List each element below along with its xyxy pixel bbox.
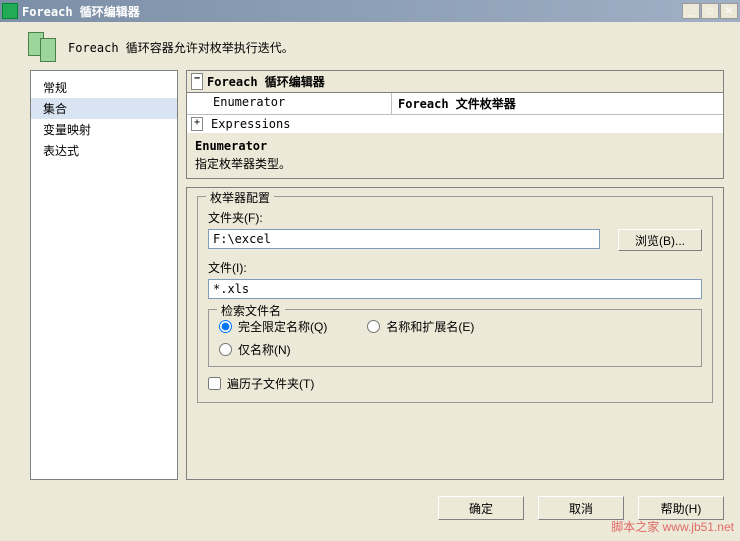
traverse-subfolders-checkbox[interactable]: 遍历子文件夹(T) (208, 375, 702, 392)
folder-input[interactable] (208, 229, 600, 249)
sidebar-item-expression[interactable]: 表达式 (31, 140, 177, 161)
property-desc-text: 指定枚举器类型。 (195, 155, 715, 172)
property-row-enumerator[interactable]: Enumerator Foreach 文件枚举器 (187, 93, 723, 115)
property-description: Enumerator 指定枚举器类型。 (187, 133, 723, 178)
window-title: Foreach 循环编辑器 (22, 3, 682, 20)
radio-fully-qualified-input[interactable] (219, 320, 232, 333)
sidebar: 常规 集合 变量映射 表达式 (30, 70, 178, 480)
radio-name-only-input[interactable] (219, 343, 232, 356)
sidebar-item-collection[interactable]: 集合 (31, 98, 177, 119)
files-input[interactable] (208, 279, 702, 299)
radio-name-ext[interactable]: 名称和扩展名(E) (367, 318, 474, 335)
property-row-expressions[interactable]: + Expressions (187, 115, 723, 133)
cancel-button[interactable]: 取消 (538, 496, 624, 520)
window-controls: _ □ ✕ (682, 3, 738, 19)
sidebar-item-variable-mapping[interactable]: 变量映射 (31, 119, 177, 140)
property-grid-title: Foreach 循环编辑器 (207, 73, 325, 90)
property-grid-header[interactable]: − Foreach 循环编辑器 (187, 71, 723, 93)
traverse-checkbox-input[interactable] (208, 377, 221, 390)
property-desc-title: Enumerator (195, 139, 715, 153)
browse-button[interactable]: 浏览(B)... (618, 229, 702, 251)
help-button[interactable]: 帮助(H) (638, 496, 724, 520)
property-value: Foreach 文件枚举器 (392, 93, 723, 114)
sidebar-item-general[interactable]: 常规 (31, 77, 177, 98)
config-panel: 枚举器配置 文件夹(F): 浏览(B)... 文件(I): 检索文件名 完全限定… (186, 187, 724, 480)
property-label: Enumerator (187, 93, 392, 114)
radio-fully-qualified[interactable]: 完全限定名称(Q) (219, 318, 327, 335)
app-icon (2, 3, 18, 19)
foreach-icon (26, 32, 56, 62)
ok-button[interactable]: 确定 (438, 496, 524, 520)
header-description: Foreach 循环容器允许对枚举执行迭代。 (68, 39, 294, 56)
radio-name-only[interactable]: 仅名称(N) (219, 341, 691, 358)
collapse-icon[interactable]: − (191, 73, 203, 90)
content-area: 常规 集合 变量映射 表达式 − Foreach 循环编辑器 Enumerato… (0, 70, 740, 490)
maximize-button[interactable]: □ (701, 3, 719, 19)
property-label: Expressions (211, 117, 290, 131)
files-label: 文件(I): (208, 259, 702, 276)
enumerator-config-fieldset: 枚举器配置 文件夹(F): 浏览(B)... 文件(I): 检索文件名 完全限定… (197, 196, 713, 403)
property-grid: − Foreach 循环编辑器 Enumerator Foreach 文件枚举器… (186, 70, 724, 179)
watermark: 脚本之家 www.jb51.net (611, 518, 734, 535)
header-area: Foreach 循环容器允许对枚举执行迭代。 (0, 22, 740, 70)
retrieve-filename-fieldset: 检索文件名 完全限定名称(Q) 名称和扩展名(E) 仅名称(N) (208, 309, 702, 367)
expand-icon[interactable]: + (191, 117, 203, 131)
minimize-button[interactable]: _ (682, 3, 700, 19)
titlebar: Foreach 循环编辑器 _ □ ✕ (0, 0, 740, 22)
folder-label: 文件夹(F): (208, 209, 702, 226)
button-bar: 确定 取消 帮助(H) (0, 490, 740, 520)
main-panel: − Foreach 循环编辑器 Enumerator Foreach 文件枚举器… (186, 70, 724, 480)
enumerator-config-legend: 枚举器配置 (206, 189, 274, 206)
retrieve-legend: 检索文件名 (217, 302, 285, 319)
close-button[interactable]: ✕ (720, 3, 738, 19)
radio-name-ext-input[interactable] (367, 320, 380, 333)
